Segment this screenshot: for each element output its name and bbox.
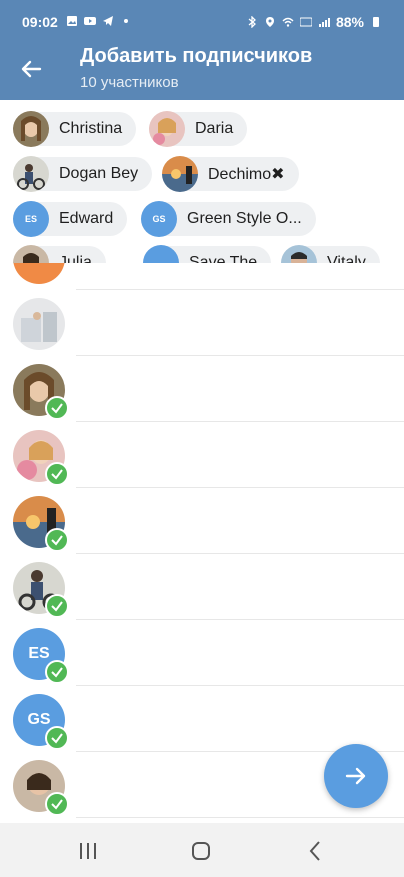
chip-dechimo[interactable]: Dechimo✖: [162, 156, 299, 192]
chip-vitaly[interactable]: Vitaly: [281, 245, 380, 263]
list-item[interactable]: [0, 263, 404, 290]
avatar: [13, 245, 49, 263]
chip-green-style[interactable]: GS Green Style O...: [141, 201, 316, 237]
back-arrow-icon[interactable]: [16, 54, 46, 84]
contact-list: ES GS: [0, 263, 404, 823]
battery-icon: [373, 17, 379, 27]
selected-check-icon: [45, 462, 69, 486]
avatar: [281, 245, 317, 263]
avatar: [143, 245, 179, 263]
selected-check-icon: [45, 726, 69, 750]
list-item[interactable]: [0, 422, 404, 488]
selected-check-icon: [45, 792, 69, 816]
next-button[interactable]: [324, 744, 388, 808]
gallery-icon: [67, 16, 77, 26]
list-item[interactable]: ES: [0, 620, 404, 686]
dot-icon: [124, 19, 128, 23]
avatar: [13, 111, 49, 147]
selected-check-icon: [45, 594, 69, 618]
app-header: Добавить подписчиков 10 участников: [0, 44, 404, 100]
list-item[interactable]: GS: [0, 686, 404, 752]
chip-daria[interactable]: Daria: [149, 111, 248, 147]
avatar: ES: [13, 201, 49, 237]
selected-check-icon: [45, 396, 69, 420]
wifi-icon: [282, 17, 294, 27]
divider: [76, 817, 404, 818]
list-item[interactable]: [0, 356, 404, 422]
youtube-icon: [84, 17, 96, 25]
bluetooth-icon: [248, 16, 256, 28]
signal-icon: [318, 18, 330, 27]
volte-icon: [299, 17, 312, 27]
system-nav-bar: [0, 823, 404, 877]
chip-label: Dogan Bey: [59, 165, 139, 182]
battery-percent: 88%: [335, 14, 364, 30]
avatar: [13, 298, 65, 350]
list-item[interactable]: [0, 488, 404, 554]
chip-dogan-bey[interactable]: Dogan Bey: [13, 156, 153, 192]
list-item[interactable]: [0, 554, 404, 620]
home-icon[interactable]: [187, 837, 215, 865]
arrow-right-icon: [345, 767, 366, 785]
chip-label: Christina: [59, 120, 123, 137]
notification-icons: [66, 15, 132, 27]
chip-label: Green Style O...: [187, 210, 302, 227]
chip-julia[interactable]: Julia: [13, 245, 106, 263]
chip-label: Edward: [59, 210, 114, 227]
chip-label: Daria: [195, 120, 234, 137]
participants-count: 10 участников: [80, 74, 179, 91]
chip-label: Save The: [189, 254, 258, 263]
location-icon: [265, 17, 274, 27]
chip-label: Dechimo✖: [208, 166, 285, 183]
back-icon[interactable]: [301, 837, 329, 865]
chip-edward[interactable]: ES Edward: [13, 201, 128, 237]
system-icons: 88%: [246, 14, 382, 30]
selected-check-icon: [45, 528, 69, 552]
avatar: [162, 156, 198, 192]
chip-label: Julia: [59, 254, 92, 263]
page-title: Добавить подписчиков: [80, 45, 313, 67]
chip-label: Vitaly: [327, 254, 366, 263]
selected-chips: Christina Daria Dogan Bey Dechimo✖ ES Ed…: [0, 100, 404, 263]
avatar: [13, 263, 65, 284]
status-time: 09:02: [22, 14, 58, 30]
avatar: [13, 156, 49, 192]
avatar: [149, 111, 185, 147]
recents-icon[interactable]: [74, 837, 102, 865]
telegram-icon: [103, 16, 113, 26]
avatar: GS: [141, 201, 177, 237]
chip-save-the[interactable]: Save The: [143, 245, 272, 263]
chip-christina[interactable]: Christina: [13, 111, 137, 147]
list-item[interactable]: [0, 290, 404, 356]
status-bar: 09:02 88%: [0, 0, 404, 44]
selected-check-icon: [45, 660, 69, 684]
